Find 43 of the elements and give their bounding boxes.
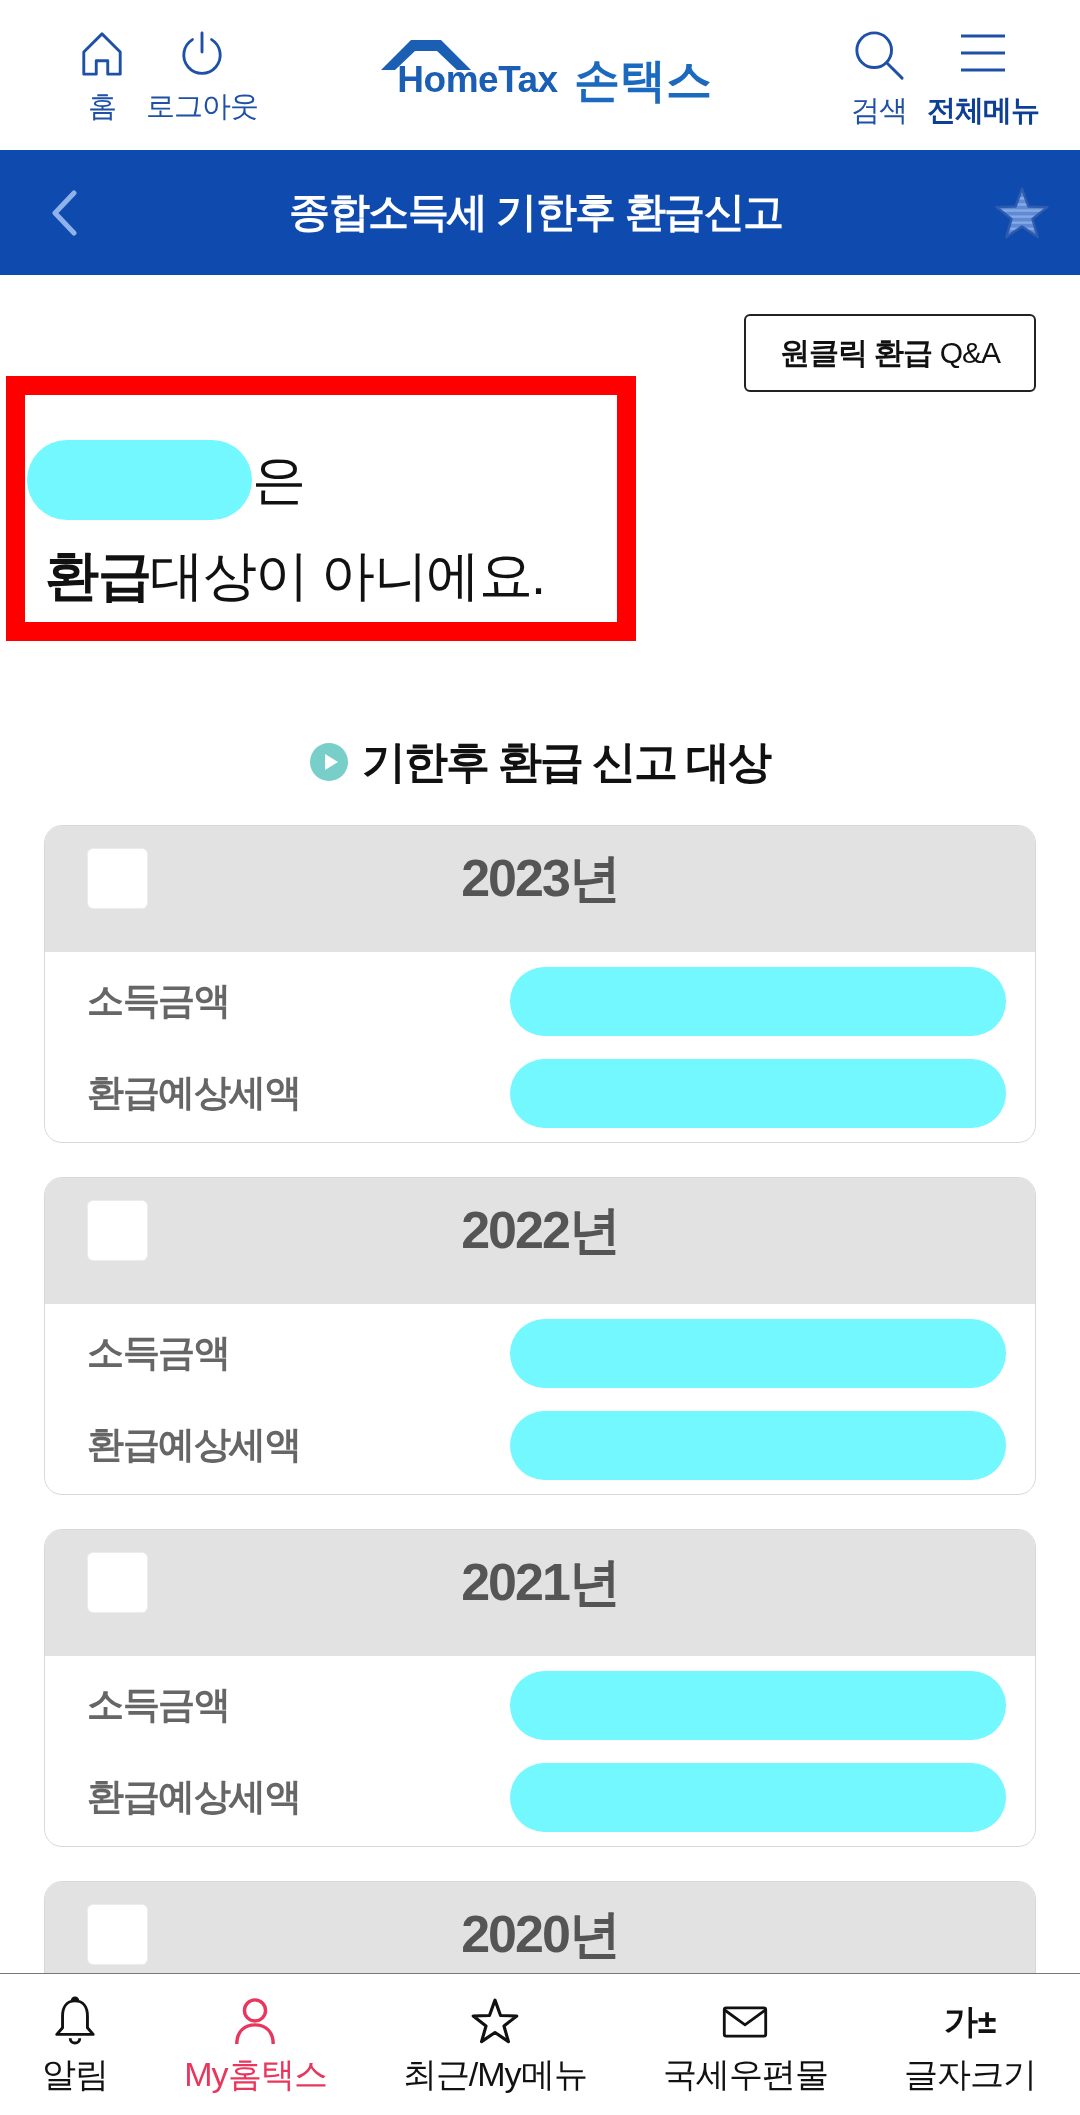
back-button[interactable] xyxy=(50,189,78,236)
page-title: 종합소득세 기한후 환급신고 xyxy=(288,188,784,237)
row-label: 소득금액 xyxy=(87,1331,229,1375)
mail-icon xyxy=(722,2006,769,2038)
menu-button[interactable]: 전체메뉴 xyxy=(927,29,1039,127)
star-icon xyxy=(470,1998,519,2044)
nav-tab[interactable]: 최근/My메뉴 xyxy=(402,1974,587,2094)
star-icon xyxy=(994,185,1050,240)
search-icon xyxy=(853,29,905,81)
menu-icon xyxy=(959,33,1007,73)
logout-button[interactable]: 로그아웃 xyxy=(146,31,258,123)
year-title: 2020년 xyxy=(461,1908,619,1960)
nav-tab[interactable]: 국세우편물 xyxy=(662,1974,828,2094)
greeting-text: 은 xyxy=(252,447,305,511)
bell-icon xyxy=(52,1996,98,2046)
chevron-left-icon xyxy=(50,189,78,236)
home-icon xyxy=(80,31,124,77)
app-name: 손택스 xyxy=(573,53,712,108)
search-button[interactable]: 검색 xyxy=(851,29,907,127)
qa-button[interactable]: 원클릭 환급 Q&A xyxy=(744,314,1036,392)
checkbox[interactable] xyxy=(87,1904,148,1965)
checkbox[interactable] xyxy=(87,1552,148,1613)
year-title: 2021년 xyxy=(461,1556,619,1608)
row-label: 소득금액 xyxy=(87,1683,229,1727)
nav-tab[interactable]: 알림 xyxy=(42,1974,108,2094)
play-icon xyxy=(309,743,348,781)
nav-tab[interactable]: My홈택스 xyxy=(184,1974,327,2094)
row-label: 환급예상세액 xyxy=(87,1071,300,1115)
checkbox[interactable] xyxy=(87,1200,148,1261)
section-title: 기한후 환급 신고 대상 xyxy=(361,735,771,788)
row-label: 소득금액 xyxy=(87,979,229,1023)
favorite-button[interactable] xyxy=(994,185,1050,240)
home-button[interactable]: 홈 xyxy=(80,31,124,123)
row-label: 환급예상세액 xyxy=(87,1775,300,1819)
checkbox[interactable] xyxy=(87,848,148,909)
font-size-icon: 가± xyxy=(943,1996,997,2046)
row-label: 환급예상세액 xyxy=(87,1423,300,1467)
nav-tab[interactable]: 가± 글자크기 xyxy=(904,1974,1036,2094)
year-title: 2022년 xyxy=(461,1204,619,1256)
power-icon xyxy=(179,31,225,77)
year-title: 2023년 xyxy=(461,852,619,904)
result-message: 환급대상이 아니에요. xyxy=(45,544,546,607)
logo-wordmark: HomeTax xyxy=(397,60,558,100)
